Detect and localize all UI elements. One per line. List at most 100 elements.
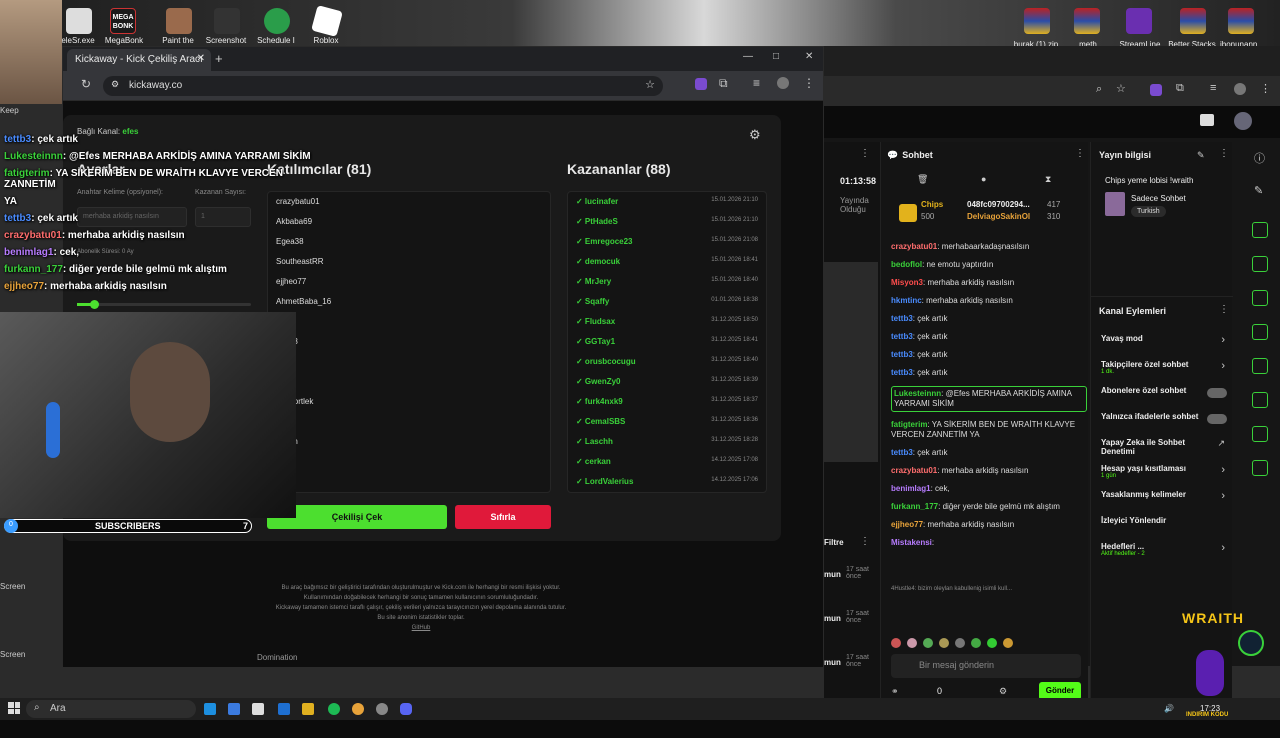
chat-username[interactable]: tettb3	[891, 448, 913, 457]
toggle-switch[interactable]	[1207, 388, 1227, 398]
points-icon[interactable]: ⚭	[891, 686, 899, 697]
chat-username[interactable]: tettb3	[891, 314, 913, 323]
edge-icon[interactable]	[204, 703, 216, 715]
chat-message[interactable]: benimlag1: cek,	[891, 484, 1087, 494]
close-tab-icon[interactable]: ✕	[197, 53, 205, 64]
bookmark-star-icon[interactable]: ☆	[1116, 82, 1126, 95]
puzzle-icon[interactable]: ⧉	[719, 76, 728, 91]
reload-icon[interactable]: ↻	[81, 77, 91, 91]
chat-username[interactable]: Misyon3	[891, 278, 923, 287]
reset-button[interactable]: Sıfırla	[455, 505, 551, 529]
chat-username[interactable]: bedoflol	[891, 260, 922, 269]
obs-icon[interactable]	[376, 703, 388, 715]
settings-gear-icon[interactable]: ⚙	[749, 127, 761, 143]
slider-handle[interactable]	[90, 300, 100, 309]
chat-message[interactable]: Mistakensi:	[891, 538, 1087, 548]
store-icon[interactable]	[252, 703, 264, 715]
channel-action-item[interactable]: Yasaklanmış kelimeler ›	[1101, 490, 1231, 516]
discord-icon[interactable]	[400, 703, 412, 715]
theater-icon[interactable]	[1200, 114, 1214, 126]
avatar[interactable]	[1234, 112, 1252, 130]
winrar-icon[interactable]	[1074, 8, 1100, 34]
schedule-icon[interactable]	[264, 8, 290, 34]
winners-list[interactable]: ✓ lucinafer 15.01.2026 21:10 ✓ PtHadeS 15.0…	[567, 191, 767, 493]
chrome-icon[interactable]	[352, 703, 364, 715]
rail-icon[interactable]	[1252, 392, 1268, 408]
rail-icon[interactable]	[1252, 256, 1268, 272]
taskbar-search[interactable]: ⌕ Ara	[26, 700, 196, 718]
chat-message[interactable]: crazybatu01: merhabaarkadaşnasılsın	[891, 242, 1087, 252]
chat-message[interactable]: crazybatu01: merhaba arkidiş nasılsın	[891, 466, 1087, 476]
chat-message[interactable]: tettb3: çek artık	[891, 448, 1087, 458]
hourglass-icon[interactable]: ⧗	[1045, 174, 1051, 185]
more-icon[interactable]: ⋮	[860, 148, 870, 159]
chat-message[interactable]: Misyon3: merhaba arkidiş nasılsın	[891, 278, 1087, 288]
rail-icon[interactable]	[1252, 324, 1268, 340]
site-info-icon[interactable]: ⚙	[111, 79, 119, 90]
screenshot-icon[interactable]	[214, 8, 240, 34]
roblox-icon[interactable]	[311, 5, 343, 37]
more-icon[interactable]: ⋮	[860, 536, 870, 547]
chat-username[interactable]: furkann_177	[891, 502, 938, 511]
chat-message[interactable]: furkann_177: diğer yerde bile gelmü mk a…	[891, 502, 1087, 512]
chat-username[interactable]: fatigterim	[891, 420, 927, 429]
chat-username[interactable]: crazybatu01	[891, 466, 937, 475]
megabonk-icon[interactable]: MEGA BONK	[110, 8, 136, 34]
emote-icon[interactable]	[971, 638, 981, 648]
github-link[interactable]: GitHub	[221, 625, 621, 631]
channel-action-item[interactable]: Hesap yaşı kısıtlaması 1 gün ›	[1101, 464, 1231, 490]
rail-icon[interactable]	[1252, 222, 1268, 238]
media-icon[interactable]: ≡	[753, 76, 760, 90]
more-icon[interactable]: ⋮	[1075, 148, 1085, 159]
toggle-switch[interactable]	[1207, 414, 1227, 424]
info-icon[interactable]: ⓘ	[1254, 150, 1265, 166]
windows-start-icon[interactable]	[8, 702, 20, 714]
avatar[interactable]	[1234, 83, 1246, 95]
sub-multiplier-slider[interactable]	[77, 300, 251, 309]
emote-icon[interactable]	[923, 638, 933, 648]
streamline-icon[interactable]	[1126, 8, 1152, 34]
stream-preview[interactable]	[824, 262, 878, 462]
volume-icon[interactable]: 🔊	[1164, 704, 1174, 713]
winrar-icon[interactable]	[1228, 8, 1254, 34]
outlook-icon[interactable]	[278, 703, 290, 715]
chat-username[interactable]: tettb3	[891, 332, 913, 341]
chat-message[interactable]: tettb3: çek artık	[891, 332, 1087, 342]
extension-icon[interactable]	[1150, 84, 1162, 96]
chat-message[interactable]: hkmtinc: merhaba arkidiş nasılsın	[891, 296, 1087, 306]
rail-icon[interactable]	[1252, 426, 1268, 442]
chat-message[interactable]: fatigterim: YA SİKERİM BEN DE WRAİTH KLA…	[891, 420, 1087, 440]
more-icon[interactable]: ⋮	[1219, 304, 1229, 315]
chat-message[interactable]: ejjheo77: merhaba arkidiş nasılsın	[891, 520, 1087, 530]
maximize-button[interactable]: □	[773, 51, 779, 62]
new-tab-icon[interactable]: +	[215, 51, 223, 66]
url-input[interactable]: ⚙ kickaway.co ☆	[103, 76, 663, 96]
more-icon[interactable]: ⋮	[1219, 148, 1229, 159]
chat-settings-icon[interactable]: ⚙	[999, 686, 1007, 697]
trash-icon[interactable]: 🗑	[917, 174, 928, 185]
chat-input[interactable]: Bir mesaj gönderin	[891, 654, 1081, 678]
chat-username[interactable]: Mistakensi	[891, 538, 932, 547]
channel-action-item[interactable]: Hedefleri ... Aktif hedefler - 2 ›	[1101, 542, 1231, 568]
chat-message[interactable]: Lukesteinnn: @Efes MERHABA ARKİDİŞ AMINA…	[891, 386, 1087, 412]
rail-icon[interactable]	[1252, 290, 1268, 306]
chat-message[interactable]: tettb3: çek artık	[891, 314, 1087, 324]
menu-icon[interactable]: ⋮	[1260, 82, 1271, 95]
minimize-button[interactable]: —	[743, 51, 753, 62]
chat-username[interactable]: hkmtinc	[891, 296, 922, 305]
channel-action-item[interactable]: Yalnızca ifadelerle sohbet	[1101, 412, 1231, 438]
search-icon[interactable]: ⌕	[1096, 83, 1102, 96]
bookmark-star-icon[interactable]: ☆	[645, 78, 655, 91]
channel-action-item[interactable]: Abonelere özel sohbet	[1101, 386, 1231, 412]
emote-icon[interactable]	[939, 638, 949, 648]
chat-username[interactable]: crazybatu01	[891, 242, 937, 251]
pencil-icon[interactable]: ✎	[1254, 184, 1263, 197]
chat-username[interactable]: tettb3	[891, 350, 913, 359]
emote-icon[interactable]	[891, 638, 901, 648]
channel-action-item[interactable]: Takipçilere özel sohbet 1 dk. ›	[1101, 360, 1231, 386]
emote-icon[interactable]	[907, 638, 917, 648]
browser-tab[interactable]: Kickaway - Kick Çekiliş Aracı ✕	[67, 49, 211, 71]
spotify-icon[interactable]	[328, 703, 340, 715]
channel-action-item[interactable]: Yapay Zeka ile Sohbet Denetimi ↗	[1101, 438, 1231, 464]
emote-bar[interactable]	[891, 638, 1087, 650]
